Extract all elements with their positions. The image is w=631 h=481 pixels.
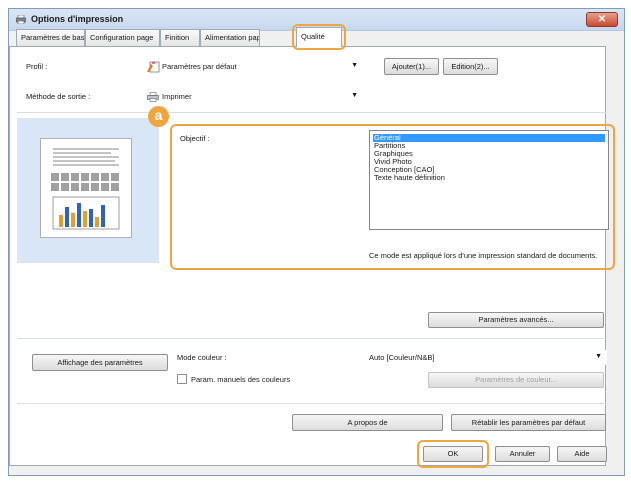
objective-description: Ce mode est appliqué lors d'une impressi… xyxy=(369,251,598,260)
restore-defaults-button[interactable]: Rétablir les paramètres par défaut xyxy=(451,414,606,431)
color-settings-button[interactable]: Paramètres de couleur... xyxy=(428,372,604,388)
profile-label: Profil : xyxy=(26,62,48,71)
tab-highlight xyxy=(292,24,346,50)
divider xyxy=(17,403,607,404)
output-method-value: Imprimer xyxy=(162,92,192,101)
profile-value: Paramètres par défaut xyxy=(162,62,237,71)
profile-icon xyxy=(147,61,160,73)
tab-page-setup[interactable]: Configuration page xyxy=(85,29,160,46)
tab-basic-settings[interactable]: Paramètres de base xyxy=(16,29,85,46)
show-settings-button[interactable]: Affichage des paramètres xyxy=(32,354,168,371)
chevron-down-icon: ▼ xyxy=(595,353,602,360)
printer-icon xyxy=(147,92,159,102)
objective-listbox[interactable]: Général Partitions Graphiques Vivid Phot… xyxy=(369,130,609,230)
page-preview xyxy=(40,138,132,238)
output-method-label: Méthode de sortie : xyxy=(26,92,91,101)
add-profile-button[interactable]: Ajouter(1)... xyxy=(384,58,439,75)
tab-paper-source[interactable]: Alimentation papier xyxy=(200,29,260,46)
list-item[interactable]: Texte haute définition xyxy=(373,174,445,182)
color-mode-label: Mode couleur : xyxy=(177,353,227,362)
callout-marker: a xyxy=(148,106,169,127)
list-item[interactable]: Général xyxy=(373,134,605,142)
chevron-down-icon: ▼ xyxy=(351,92,358,99)
output-method-dropdown[interactable]: Imprimer ▼ xyxy=(143,89,363,104)
divider xyxy=(17,338,607,339)
divider xyxy=(17,112,607,113)
color-mode-dropdown[interactable]: Auto [Couleur/N&B] ▼ xyxy=(365,350,607,365)
window-title: Options d'impression xyxy=(31,14,124,24)
advanced-settings-button[interactable]: Paramètres avancés... xyxy=(428,312,604,328)
manual-color-label: Param. manuels des couleurs xyxy=(191,375,291,384)
printer-icon xyxy=(16,15,26,24)
close-button[interactable]: ✕ xyxy=(586,12,618,27)
about-button[interactable]: A propos de xyxy=(292,414,443,431)
cancel-button[interactable]: Annuler xyxy=(495,446,550,462)
edit-profile-button[interactable]: Edition(2)... xyxy=(443,58,498,75)
chevron-down-icon: ▼ xyxy=(351,62,358,69)
ok-highlight xyxy=(417,440,489,468)
help-button[interactable]: Aide xyxy=(557,446,607,462)
preview-document-image xyxy=(51,148,120,230)
manual-color-checkbox[interactable] xyxy=(177,374,187,384)
objective-label: Objectif : xyxy=(180,134,210,143)
tab-finishing[interactable]: Finition xyxy=(160,29,200,46)
color-mode-value: Auto [Couleur/N&B] xyxy=(369,353,435,362)
profile-dropdown[interactable]: Paramètres par défaut ▼ xyxy=(143,59,363,74)
